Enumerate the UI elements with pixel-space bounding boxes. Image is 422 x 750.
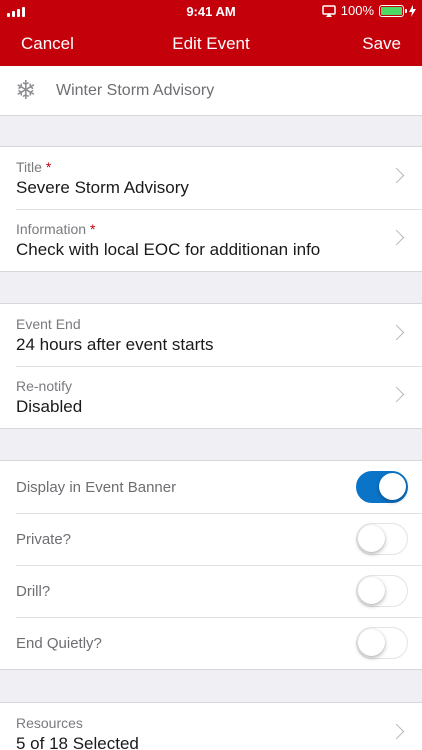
- options-group: Display in Event Banner Private? Drill? …: [0, 460, 422, 670]
- event-end-row[interactable]: Event End 24 hours after event starts: [0, 304, 422, 366]
- chevron-right-icon: [388, 723, 405, 740]
- private-toggle[interactable]: [356, 523, 408, 555]
- toggle-label: Drill?: [16, 583, 51, 600]
- resources-label: Resources: [16, 715, 83, 731]
- drill-toggle[interactable]: [356, 575, 408, 607]
- toggle-row-display-banner: Display in Event Banner: [0, 461, 422, 513]
- required-marker: *: [89, 221, 96, 237]
- chevron-right-icon: [388, 167, 405, 184]
- toggle-row-end-quietly: End Quietly?: [0, 617, 422, 669]
- toggle-row-private: Private?: [0, 513, 422, 565]
- display-banner-toggle[interactable]: [356, 471, 408, 503]
- renotify-label: Re-notify: [16, 378, 73, 394]
- save-button[interactable]: Save: [362, 34, 401, 54]
- toggle-knob: [358, 629, 385, 656]
- toggle-label: Display in Event Banner: [16, 479, 177, 496]
- chevron-right-icon: [388, 324, 405, 341]
- toggle-label: Private?: [16, 531, 72, 548]
- chevron-right-icon: [388, 229, 405, 246]
- title-value: Severe Storm Advisory: [16, 178, 189, 197]
- chevron-right-icon: [388, 386, 405, 403]
- event-end-label: Event End: [16, 316, 81, 332]
- details-group: Title * Severe Storm Advisory Informatio…: [0, 146, 422, 272]
- title-row[interactable]: Title * Severe Storm Advisory: [0, 147, 422, 209]
- navigation-bar: Cancel Edit Event Save: [0, 22, 422, 66]
- end-quietly-toggle[interactable]: [356, 627, 408, 659]
- charging-icon: [409, 4, 416, 17]
- renotify-value: Disabled: [16, 397, 83, 416]
- toggle-row-drill: Drill?: [0, 565, 422, 617]
- event-name: Winter Storm Advisory: [56, 82, 215, 99]
- toggle-knob: [358, 577, 385, 604]
- snowflake-icon: ❄: [15, 75, 37, 105]
- page-title: Edit Event: [172, 34, 250, 53]
- title-label: Title *: [16, 159, 52, 175]
- battery-icon: [379, 4, 407, 17]
- renotify-row[interactable]: Re-notify Disabled: [0, 366, 422, 428]
- information-label: Information *: [16, 221, 96, 237]
- information-row[interactable]: Information * Check with local EOC for a…: [0, 209, 422, 271]
- information-value: Check with local EOC for additionan info: [16, 240, 321, 259]
- toggle-label: End Quietly?: [16, 635, 102, 652]
- status-right: 100%: [322, 3, 416, 18]
- battery-fill: [381, 6, 402, 15]
- toggle-knob: [358, 525, 385, 552]
- toggle-knob: [379, 473, 406, 500]
- airplay-icon: [322, 4, 336, 17]
- resources-value: 5 of 18 Selected: [16, 734, 139, 750]
- event-header: ❄ Winter Storm Advisory: [0, 66, 422, 116]
- event-end-value: 24 hours after event starts: [16, 335, 214, 354]
- timing-group: Event End 24 hours after event starts Re…: [0, 303, 422, 429]
- required-marker: *: [45, 159, 52, 175]
- status-bar: 9:41 AM 100%: [0, 0, 422, 22]
- resources-row[interactable]: Resources 5 of 18 Selected: [0, 703, 422, 750]
- battery-percent: 100%: [340, 3, 374, 18]
- resources-group: Resources 5 of 18 Selected: [0, 702, 422, 750]
